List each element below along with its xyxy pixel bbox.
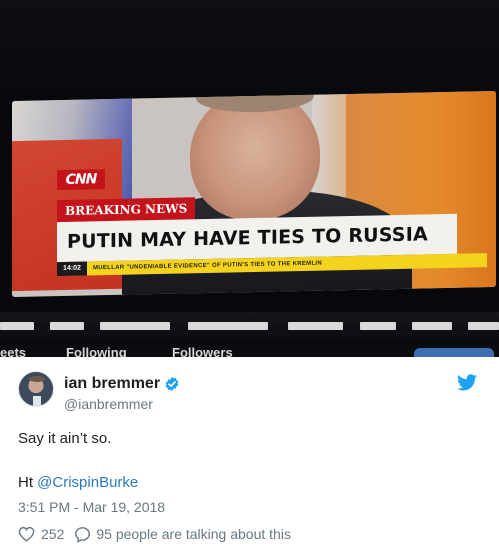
- reply-icon[interactable]: [74, 526, 91, 543]
- strip-segment: [468, 322, 499, 330]
- avatar-hair: [29, 376, 45, 382]
- partial-label-tweets: eets: [0, 345, 27, 357]
- breaking-news-label: BREAKING NEWS: [57, 197, 196, 223]
- ht-prefix: Ht: [18, 474, 38, 491]
- strip-segment: [288, 322, 343, 330]
- tweet-card: ian bremmer @ianbremmer Say it ain’t so.…: [0, 357, 499, 544]
- strip-segment: [50, 322, 84, 330]
- tv-screen: CNN BREAKING NEWS PUTIN MAY HAVE TIES TO…: [12, 90, 496, 298]
- partial-label-followers: Followers: [172, 345, 233, 357]
- cnn-logo: CNN: [57, 169, 105, 191]
- verified-icon: [165, 377, 179, 391]
- strip-segment: [100, 322, 170, 330]
- mention-link[interactable]: @CrispinBurke: [37, 474, 138, 491]
- strip-segment: [188, 322, 268, 330]
- author-handle[interactable]: @ianbremmer: [64, 396, 153, 412]
- like-count[interactable]: 252: [41, 526, 64, 542]
- photo-dark-area: [0, 0, 499, 95]
- photo-blue-button: [414, 348, 494, 357]
- tweet-actions: 252 95 people are talking about this: [18, 525, 291, 543]
- conversation-link[interactable]: 95 people are talking about this: [96, 526, 291, 542]
- tweet-photo[interactable]: CNN BREAKING NEWS PUTIN MAY HAVE TIES TO…: [0, 0, 499, 357]
- avatar[interactable]: [18, 371, 54, 407]
- author-name[interactable]: ian bremmer: [64, 375, 160, 393]
- strip-segment: [412, 322, 452, 330]
- heart-icon[interactable]: [18, 526, 35, 542]
- twitter-bird-icon[interactable]: [457, 374, 477, 391]
- tweet-text: Say it ain’t so.: [18, 430, 112, 447]
- avatar-shirt: [33, 396, 41, 406]
- tweet-ht-line: Ht @CrispinBurke: [18, 474, 138, 491]
- strip-segment: [0, 322, 34, 330]
- strip-segment: [360, 322, 396, 330]
- partial-label-following: Following: [66, 345, 127, 357]
- tweet-timestamp[interactable]: 3:51 PM - Mar 19, 2018: [18, 499, 165, 515]
- ticker-time: 14:02: [57, 261, 87, 277]
